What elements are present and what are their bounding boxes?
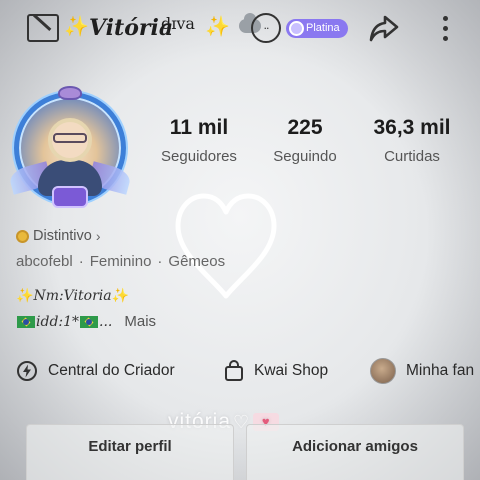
likes-count: 36,3 mil bbox=[373, 116, 451, 139]
sparkle-icon: ✨ bbox=[16, 288, 34, 304]
tag-separator: · bbox=[157, 253, 163, 270]
distintivo-link[interactable]: Distintivo › bbox=[16, 228, 101, 244]
shortcut-row: Central do Criador Kwai Shop Minha fan bbox=[0, 354, 480, 388]
avatar-crown-gem bbox=[58, 86, 82, 100]
distintivo-label: Distintivo bbox=[33, 228, 92, 244]
stat-followers[interactable]: 11 mil Seguidores bbox=[152, 116, 246, 165]
profile-stats: 11 mil Seguidores 225 Seguindo 36,3 mil … bbox=[0, 116, 480, 176]
following-label: Seguindo bbox=[273, 148, 337, 165]
fan-club-label: Minha fan bbox=[406, 362, 475, 379]
profile-name-tag: dɪva bbox=[161, 14, 195, 33]
sparkle-icon-right: ✨ bbox=[205, 14, 230, 38]
tag-separator: · bbox=[78, 253, 84, 270]
following-count: 225 bbox=[287, 116, 323, 139]
avatar-thumbnail bbox=[370, 358, 396, 384]
username-tag: abcofebl bbox=[16, 253, 73, 270]
bio-line-2: idd:1* ... Mais bbox=[16, 313, 156, 330]
profile-header: ✨ Vitória dɪva ✨ .. Platina bbox=[0, 0, 480, 58]
chevron-right-icon: › bbox=[95, 228, 101, 244]
bio-age-text: idd:1* bbox=[36, 313, 80, 330]
level-circle-icon[interactable]: .. bbox=[251, 13, 281, 43]
followers-count: 11 mil bbox=[169, 116, 229, 139]
creator-center-link[interactable]: Central do Criador bbox=[16, 354, 175, 388]
shopping-bag-icon bbox=[225, 360, 243, 381]
more-options-icon[interactable] bbox=[436, 14, 456, 44]
brazil-flag-icon bbox=[80, 315, 99, 328]
kwai-shop-link[interactable]: Kwai Shop bbox=[224, 354, 328, 388]
bio-name-text: Nm:Vitoria bbox=[33, 288, 112, 304]
stat-likes[interactable]: 36,3 mil Curtidas bbox=[362, 116, 462, 165]
brazil-flag-icon bbox=[17, 315, 35, 328]
avatar-play-base bbox=[52, 186, 88, 208]
stat-following[interactable]: 225 Seguindo bbox=[262, 116, 348, 165]
bio-more-button[interactable]: Mais bbox=[124, 313, 156, 330]
sparkle-icon: ✨ bbox=[64, 14, 89, 38]
add-friends-button[interactable]: Adicionar amigos bbox=[246, 424, 464, 480]
likes-label: Curtidas bbox=[384, 148, 440, 165]
bio-ellipsis: ... bbox=[99, 313, 113, 330]
badge-label: Platina bbox=[306, 22, 340, 34]
gender-tag: Feminino bbox=[89, 253, 152, 270]
lightning-circle-icon bbox=[17, 361, 37, 381]
edit-frame-icon[interactable] bbox=[27, 14, 59, 42]
profile-tags: abcofebl · Feminino · Gêmeos bbox=[16, 253, 225, 270]
edit-profile-button[interactable]: Editar perfil bbox=[26, 424, 234, 480]
bio-line-1: ✨Nm:Vitoria✨ bbox=[16, 288, 129, 304]
followers-label: Seguidores bbox=[161, 148, 237, 165]
heart-outline-icon bbox=[175, 193, 277, 299]
fan-club-link[interactable]: Minha fan bbox=[370, 354, 474, 388]
platina-badge[interactable]: Platina bbox=[286, 19, 348, 38]
medal-icon bbox=[16, 229, 29, 243]
sparkle-icon: ✨ bbox=[111, 288, 130, 304]
zodiac-tag: Gêmeos bbox=[168, 253, 226, 270]
kwai-shop-label: Kwai Shop bbox=[254, 362, 329, 379]
badge-coin-icon bbox=[289, 21, 304, 36]
creator-center-label: Central do Criador bbox=[48, 362, 175, 379]
share-icon[interactable] bbox=[367, 11, 401, 45]
